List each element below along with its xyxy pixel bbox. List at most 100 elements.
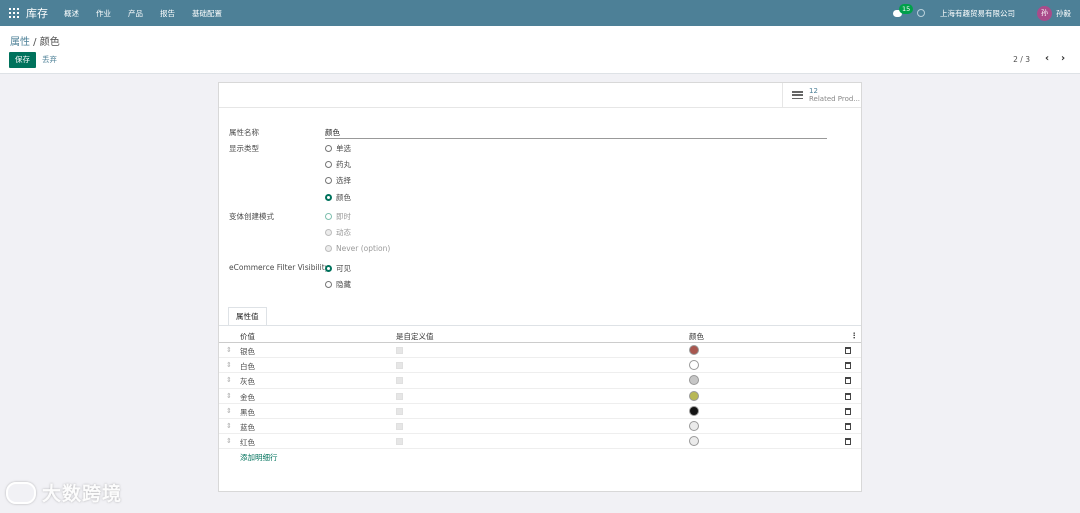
color-swatch[interactable] [689,405,699,416]
radio-label: 选择 [336,176,351,185]
breadcrumb-separator: / [30,37,40,48]
custom-value-checkbox[interactable] [396,347,403,354]
variant-mode-dynamic: 动态 [325,227,351,238]
radio-label: 动态 [336,228,351,237]
value-cell[interactable]: 黑色 [240,407,255,418]
column-options-icon[interactable]: ⋮ [851,331,859,340]
drag-handle-icon[interactable]: ⇕ [226,346,232,354]
chat-icon[interactable]: 15 [893,3,914,17]
table-row[interactable]: ⇕ 黑色 [219,404,861,419]
radio-label: 颜色 [336,193,351,202]
radio-checked-icon [325,213,332,220]
trash-icon[interactable] [845,438,851,446]
radio-label: 即时 [336,212,351,221]
save-button[interactable]: 保存 [9,52,36,68]
table-body: ⇕ 银色 ⇕ 白色 ⇕ 灰色 ⇕ 金色 ⇕ 黑色 ⇕ 蓝色 ⇕ 红色 [219,343,861,450]
activity-clock-icon[interactable] [917,9,925,17]
display-type-label: 显示类型 [229,144,259,153]
table-row[interactable]: ⇕ 红色 [219,434,861,450]
attribute-name-input[interactable]: 颜色 [325,126,827,139]
value-cell[interactable]: 红色 [240,437,255,448]
value-cell[interactable]: 灰色 [240,376,255,387]
value-cell[interactable]: 蓝色 [240,422,255,433]
drag-handle-icon[interactable]: ⇕ [226,437,232,445]
drag-handle-icon[interactable]: ⇕ [226,361,232,369]
column-header-custom[interactable]: 是自定义值 [396,331,434,342]
radio-icon [325,177,332,184]
column-header-value[interactable]: 价值 [240,331,255,342]
table-row[interactable]: ⇕ 灰色 [219,373,861,389]
menu-reporting[interactable]: 报告 [160,8,175,19]
menu-products[interactable]: 产品 [128,8,143,19]
display-type-select[interactable]: 选择 [325,175,351,186]
color-swatch[interactable] [689,420,699,431]
breadcrumb: 属性 / 颜色 [10,33,60,48]
app-title[interactable]: 库存 [26,5,48,21]
radio-label: 单选 [336,144,351,153]
pager-next-button[interactable]: › [1057,52,1069,66]
control-panel: 属性 / 颜色 保存 丢弃 2 / 3 ‹ › [0,26,1080,74]
table-row[interactable]: ⇕ 白色 [219,358,861,374]
radio-icon [325,229,332,236]
trash-icon[interactable] [845,392,851,400]
trash-icon[interactable] [845,347,851,354]
display-type-pills[interactable]: 药丸 [325,159,351,170]
menu-overview[interactable]: 概述 [64,8,79,19]
value-cell[interactable]: 金色 [240,392,255,403]
table-row[interactable]: ⇕ 蓝色 [219,419,861,435]
avatar[interactable]: 孙 [1037,5,1052,21]
drag-handle-icon[interactable]: ⇕ [226,392,232,400]
ecommerce-hidden-radio[interactable]: 隐藏 [325,279,351,290]
custom-value-checkbox[interactable] [396,407,403,415]
radio-label: Never (option) [336,244,391,253]
add-line-button[interactable]: 添加明细行 [240,452,278,463]
trash-icon[interactable] [845,362,851,370]
tab-divider [219,325,861,326]
custom-value-checkbox[interactable] [396,438,403,446]
related-products-button[interactable]: 12 Related Prod... [782,83,861,107]
trash-icon[interactable] [845,407,851,415]
custom-value-checkbox[interactable] [396,362,403,370]
avatar-initial: 孙 [1041,9,1048,17]
color-swatch[interactable] [689,390,699,401]
watermark-logo-icon [6,481,36,504]
radio-icon [325,161,332,168]
menu-configuration[interactable]: 基础配置 [192,8,222,19]
column-header-color[interactable]: 颜色 [689,331,704,342]
pager-previous-button[interactable]: ‹ [1041,52,1053,66]
tab-attribute-values[interactable]: 属性值 [228,307,267,326]
color-swatch[interactable] [689,436,699,447]
drag-handle-icon[interactable]: ⇕ [226,376,232,384]
color-swatch[interactable] [689,360,699,371]
user-menu[interactable]: 孙毅 [1056,8,1071,19]
top-navbar: 库存 概述 作业 产品 报告 基础配置 15 上海有趣贸易有限公司 孙 孙毅 [0,0,1080,26]
custom-value-checkbox[interactable] [396,377,403,385]
table-header: 价值 是自定义值 颜色 ⋮ [219,329,861,343]
value-cell[interactable]: 银色 [240,346,255,357]
pager-counter[interactable]: 2 / 3 [1013,55,1030,64]
display-type-radio[interactable]: 单选 [325,143,351,154]
menu-operations[interactable]: 作业 [96,8,111,19]
variant-mode-label: 变体创建模式 [229,212,274,221]
ecommerce-visible-radio[interactable]: 可见 [325,263,351,274]
drag-handle-icon[interactable]: ⇕ [226,407,232,415]
display-type-color[interactable]: 颜色 [325,192,351,203]
custom-value-checkbox[interactable] [396,392,403,400]
drag-handle-icon[interactable]: ⇕ [226,422,232,430]
list-icon [792,91,803,99]
value-cell[interactable]: 白色 [240,361,255,372]
custom-value-checkbox[interactable] [396,422,403,430]
apps-menu-icon[interactable] [9,8,19,18]
discard-button[interactable]: 丢弃 [42,52,57,68]
color-swatch[interactable] [689,375,699,386]
company-switcher[interactable]: 上海有趣贸易有限公司 [940,8,1015,19]
color-swatch[interactable] [689,345,699,355]
attribute-name-label: 属性名称 [229,128,259,137]
trash-icon[interactable] [845,377,851,385]
table-row[interactable]: ⇕ 银色 [219,343,861,359]
watermark: 大数跨境 [6,479,122,506]
button-box: 12 Related Prod... [219,83,861,108]
trash-icon[interactable] [845,422,851,430]
breadcrumb-parent[interactable]: 属性 [10,37,30,48]
table-row[interactable]: ⇕ 金色 [219,389,861,404]
